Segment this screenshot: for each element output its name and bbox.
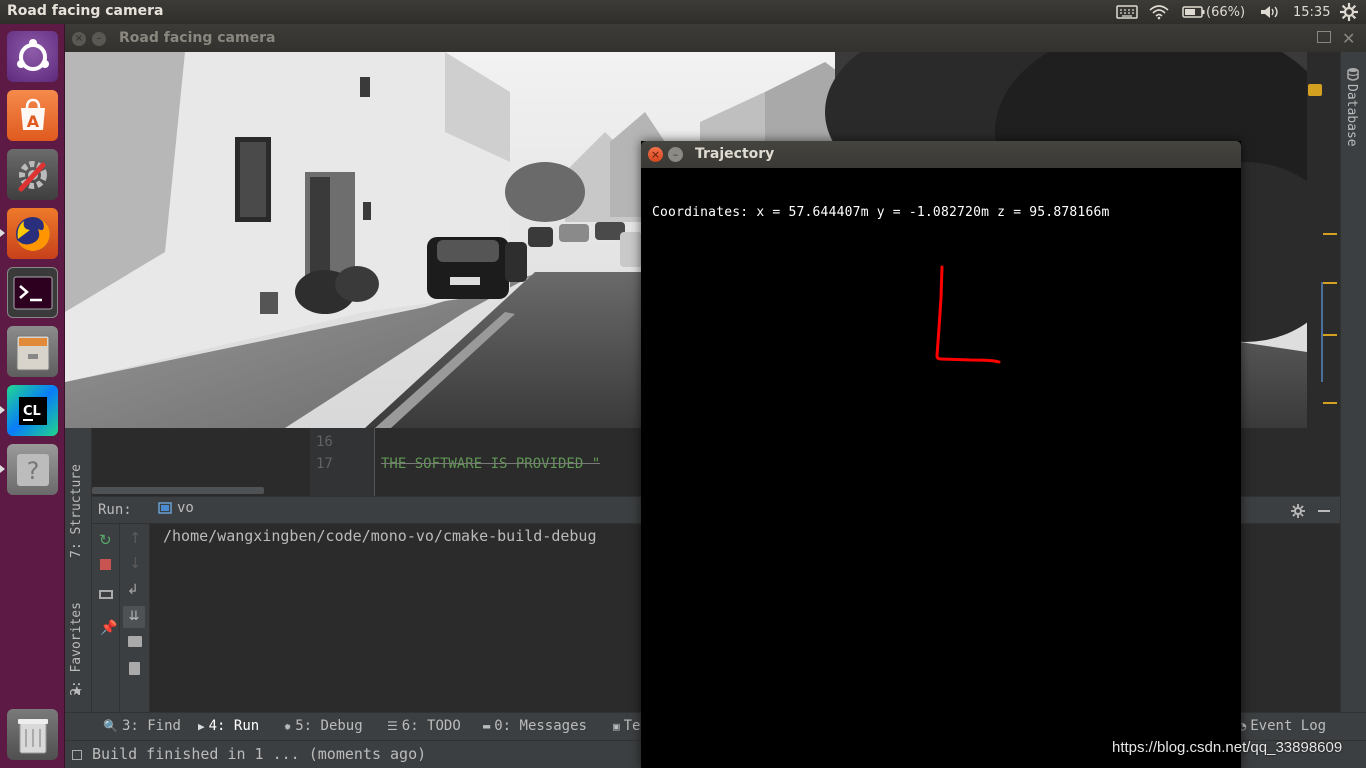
code-editor[interactable]: 16 17 THE SOFTWARE IS PROVIDED " xyxy=(92,428,641,496)
line-number: 16 xyxy=(316,434,333,450)
gear-icon[interactable] xyxy=(1339,0,1359,24)
warning-marker xyxy=(1323,334,1337,336)
trajectory-window: × – Trajectory Coordinates: x = 57.64440… xyxy=(641,141,1241,768)
terminal-icon[interactable] xyxy=(7,267,58,318)
soft-wrap-icon[interactable]: ↲ xyxy=(127,582,139,598)
system-settings-icon[interactable] xyxy=(7,149,58,200)
tab-find[interactable]: 🔍 3: Find xyxy=(103,718,181,734)
editor-scroll-gutter xyxy=(1307,52,1340,428)
list-icon: ☰ xyxy=(387,719,398,733)
trajectory-titlebar: × – Trajectory xyxy=(641,141,1241,168)
console-output-line: /home/wangxingben/code/mono-vo/cmake-bui… xyxy=(163,527,597,545)
clock[interactable]: 15:35 xyxy=(1293,0,1330,24)
bug-icon: ✹ xyxy=(284,719,292,733)
hide-panel-icon[interactable] xyxy=(1318,510,1330,512)
trajectory-title: Trajectory xyxy=(695,146,775,162)
minimize-button[interactable]: – xyxy=(668,147,683,162)
run-config-name: vo xyxy=(177,500,194,516)
run-label: Run: xyxy=(98,502,132,518)
software-center-icon[interactable]: A xyxy=(7,90,58,141)
battery-icon xyxy=(1182,6,1205,18)
launcher: A CL ? xyxy=(0,24,65,768)
battery-indicator[interactable]: (66%) xyxy=(1182,0,1245,24)
svg-text:?: ? xyxy=(26,457,39,485)
battery-percent: (66%) xyxy=(1206,4,1246,20)
pin-icon[interactable]: 📌 xyxy=(100,620,117,636)
files-icon[interactable] xyxy=(7,326,58,377)
clion-icon[interactable]: CL xyxy=(7,385,58,436)
favorites-tab[interactable]: 2: Favorites xyxy=(69,586,84,696)
firefox-icon[interactable] xyxy=(7,208,58,259)
trash-icon[interactable] xyxy=(7,709,58,760)
settings-gear-icon[interactable] xyxy=(1291,503,1305,522)
line-number: 17 xyxy=(316,456,333,472)
wifi-icon[interactable] xyxy=(1148,0,1170,24)
warning-indicator xyxy=(1308,84,1322,96)
rerun-icon[interactable]: ↻ xyxy=(99,531,112,549)
svg-text:CL: CL xyxy=(23,404,41,419)
ubuntu-dash-icon[interactable] xyxy=(7,31,58,82)
star-icon: ★ xyxy=(71,684,83,699)
layout-icon[interactable] xyxy=(99,590,113,599)
trash-bin-icon[interactable] xyxy=(129,662,140,675)
run-toolbar-secondary: ↑ ↓ ↲ ⇊ xyxy=(120,524,150,712)
database-tab-label: Database xyxy=(1344,84,1359,147)
gutter: 16 17 xyxy=(310,428,374,496)
run-icon: ▶ xyxy=(198,719,205,733)
restore-icon[interactable] xyxy=(1317,31,1331,43)
help-icon[interactable]: ? xyxy=(7,444,58,495)
run-config-tab[interactable]: vo xyxy=(158,500,194,516)
close-button[interactable]: × xyxy=(72,32,86,46)
close-button[interactable]: × xyxy=(648,147,663,162)
svg-text:A: A xyxy=(26,112,39,131)
watermark: https://blog.csdn.net/qq_33898609 xyxy=(1112,739,1343,756)
horizontal-scrollbar[interactable] xyxy=(92,487,264,494)
status-message: Build finished in 1 ... (moments ago) xyxy=(92,745,427,763)
structure-tab[interactable]: 7: Structure xyxy=(69,448,84,558)
print-icon[interactable] xyxy=(128,636,142,647)
volume-icon[interactable] xyxy=(1259,0,1281,24)
minimize-button[interactable]: – xyxy=(92,32,106,46)
tab-run[interactable]: ▶ 4: Run xyxy=(198,718,259,734)
tab-messages[interactable]: ▬ 0: Messages xyxy=(483,718,587,734)
close-icon[interactable]: ✕ xyxy=(1342,29,1355,48)
running-indicator xyxy=(0,465,5,473)
warning-marker xyxy=(1323,282,1337,284)
warning-marker xyxy=(1323,233,1337,235)
search-icon: 🔍 xyxy=(103,719,118,733)
console-icon xyxy=(158,502,172,514)
trajectory-canvas xyxy=(935,265,1001,364)
run-toolbar-primary: ↻ 📌 xyxy=(92,524,120,712)
change-marker xyxy=(1321,282,1323,382)
running-indicator xyxy=(0,229,5,237)
database-icon xyxy=(1346,66,1360,81)
camera-window-title: Road facing camera xyxy=(119,30,276,46)
tab-debug[interactable]: ✹ 5: Debug xyxy=(284,718,363,734)
active-window-title: Road facing camera xyxy=(7,3,164,19)
tab-todo[interactable]: ☰ 6: TODO xyxy=(387,718,461,734)
stop-icon[interactable] xyxy=(100,559,111,570)
trajectory-path xyxy=(935,265,1001,364)
editor-line-text: THE SOFTWARE IS PROVIDED " xyxy=(381,456,601,472)
toggle-tool-windows-icon[interactable] xyxy=(72,750,82,760)
arrow-up-icon[interactable]: ↑ xyxy=(129,529,142,547)
database-tool-strip[interactable]: Database xyxy=(1308,52,1366,712)
messages-icon: ▬ xyxy=(483,719,491,733)
top-panel: Road facing camera (66%) 15:35 xyxy=(0,0,1366,24)
warning-marker xyxy=(1323,402,1337,404)
scroll-to-end-icon[interactable]: ⇊ xyxy=(123,606,145,628)
arrow-down-icon[interactable]: ↓ xyxy=(129,554,142,572)
terminal-small-icon: ▣ xyxy=(613,719,620,733)
running-indicator xyxy=(0,406,5,414)
tab-event-log[interactable]: ◔ Event Log xyxy=(1239,718,1326,734)
tab-terminal[interactable]: ▣ Te xyxy=(613,718,640,734)
camera-window-titlebar: × – Road facing camera ✕ xyxy=(65,24,1366,52)
left-tool-strip: 7: Structure 2: Favorites ★ xyxy=(65,428,92,712)
keyboard-icon[interactable] xyxy=(1116,0,1138,24)
